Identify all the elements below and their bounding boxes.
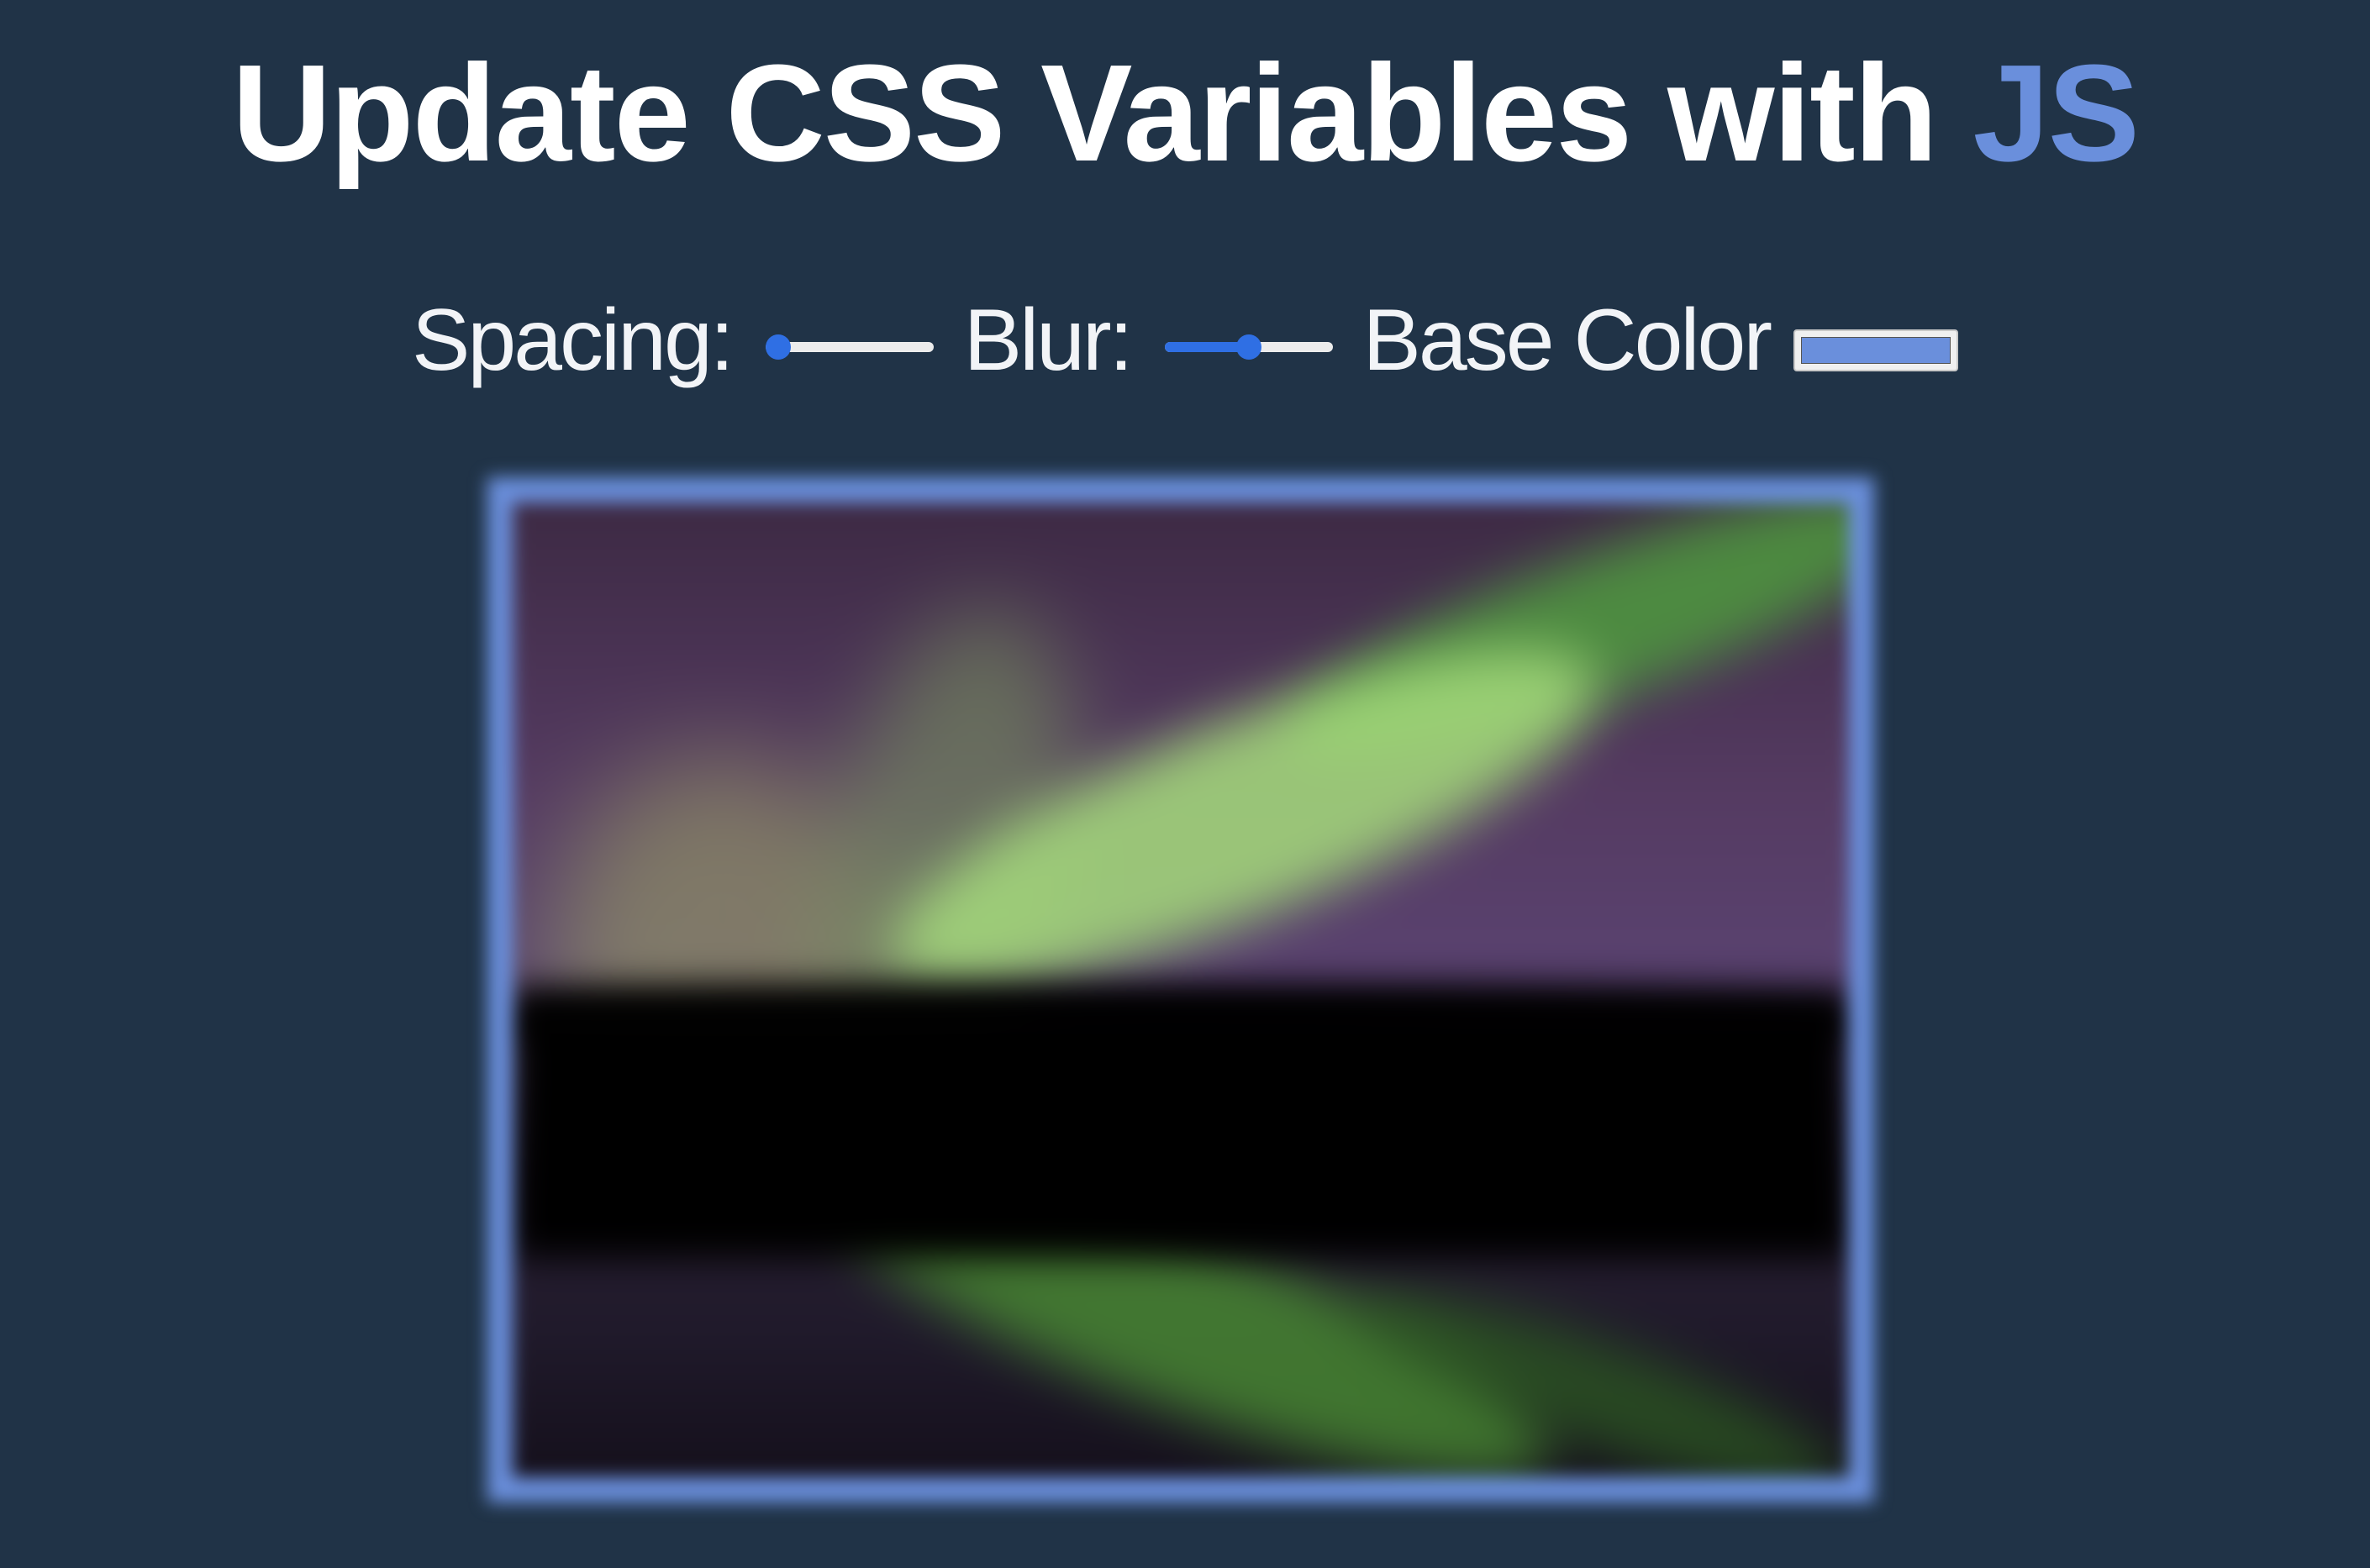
spacing-slider-track [765,342,934,352]
base-color-label: Base Color [1362,292,1772,389]
base-color-swatch [1801,337,1951,364]
page: Update CSS Variables with JS Spacing: Bl… [0,0,2370,1568]
title-main: Update CSS Variables with [231,36,1973,190]
treeline [513,1007,1849,1259]
blur-label: Blur: [963,292,1134,389]
page-title: Update CSS Variables with JS [0,42,2370,185]
aurora-image [513,502,1849,1477]
blur-slider[interactable] [1164,330,1333,364]
image-frame [487,477,1874,1502]
blur-slider-thumb[interactable] [1235,334,1261,360]
base-color-picker[interactable] [1793,329,1959,371]
spacing-slider[interactable] [765,330,934,364]
spacing-slider-thumb[interactable] [765,334,791,360]
controls: Spacing: Blur: Base Color [0,286,2370,395]
title-highlight: JS [1972,36,2140,190]
spacing-label: Spacing: [411,292,735,389]
